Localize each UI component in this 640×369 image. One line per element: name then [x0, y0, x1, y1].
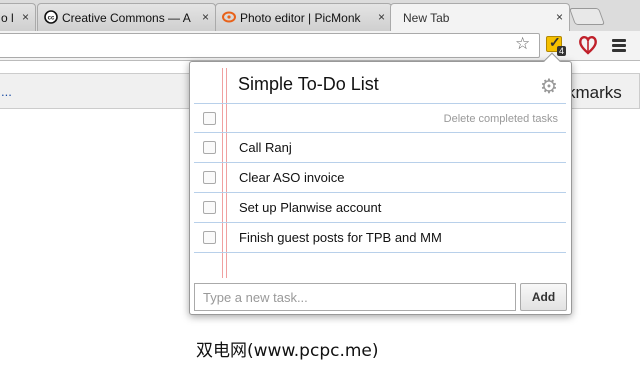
close-tab-icon[interactable]: × — [22, 10, 29, 24]
task-row: Finish guest posts for TPB and MM — [194, 223, 566, 253]
gear-icon[interactable]: ⚙ — [540, 74, 558, 99]
new-task-input[interactable] — [194, 283, 516, 311]
todo-popup: Simple To-Do List ⚙ Delete completed tas… — [189, 52, 572, 315]
bookmarks-button[interactable]: kmarks — [566, 73, 640, 109]
task-row: Clear ASO invoice — [194, 163, 566, 193]
tab-1[interactable]: o l × — [0, 3, 36, 31]
picmonkey-icon — [222, 11, 236, 23]
tab-title: Creative Commons — A — [62, 11, 191, 25]
task-count-badge: 4 — [557, 46, 567, 56]
task-checkbox[interactable] — [203, 201, 216, 214]
creative-commons-icon: cc — [44, 10, 58, 24]
tab-title: Photo editor | PicMonk — [240, 11, 361, 25]
task-checkbox[interactable] — [203, 141, 216, 154]
task-label[interactable]: Clear ASO invoice — [239, 170, 345, 185]
tab-3[interactable]: Photo editor | PicMonk × — [215, 3, 392, 31]
tab-4[interactable]: New Tab × — [390, 3, 570, 31]
bookmarks-label: kmarks — [567, 83, 622, 102]
close-tab-icon[interactable]: × — [378, 10, 385, 24]
bookmark-link[interactable]: ... — [1, 84, 12, 99]
tab-title: New Tab — [403, 11, 450, 25]
page-bookmarks-panel: ... — [0, 73, 192, 109]
browser-toolbar: ☆ ✓ 4 — [0, 31, 640, 61]
task-row: Set up Planwise account — [194, 193, 566, 223]
tab-strip: o l × cc Creative Commons — A × Photo ed… — [0, 0, 640, 31]
tab-2[interactable]: cc Creative Commons — A × — [37, 3, 216, 31]
task-checkbox[interactable] — [203, 231, 216, 244]
bookmark-star-icon[interactable]: ☆ — [515, 34, 530, 54]
task-label[interactable]: Call Ranj — [239, 140, 292, 155]
close-tab-icon[interactable]: × — [556, 10, 563, 24]
task-row: Call Ranj — [194, 133, 566, 163]
popup-title: Simple To-Do List — [238, 74, 379, 94]
address-bar[interactable] — [0, 33, 540, 58]
add-task-button[interactable]: Add — [520, 283, 567, 311]
task-label[interactable]: Finish guest posts for TPB and MM — [239, 230, 442, 245]
svg-text:cc: cc — [48, 16, 55, 22]
delete-completed-link[interactable]: Delete completed tasks — [444, 113, 558, 125]
heart-extension-icon[interactable] — [578, 34, 598, 56]
tab-title: o l — [1, 11, 14, 25]
select-all-checkbox[interactable] — [203, 112, 216, 125]
close-tab-icon[interactable]: × — [202, 10, 209, 24]
todo-extension-icon[interactable]: ✓ 4 — [546, 34, 567, 56]
task-label[interactable]: Set up Planwise account — [239, 200, 381, 215]
new-tab-button[interactable] — [568, 8, 606, 25]
watermark: 双电网(www.pcpc.me) — [196, 341, 379, 361]
task-checkbox[interactable] — [203, 171, 216, 184]
empty-row — [194, 253, 566, 283]
hamburger-menu-icon[interactable] — [612, 39, 626, 54]
select-all-row: Delete completed tasks — [194, 103, 566, 133]
